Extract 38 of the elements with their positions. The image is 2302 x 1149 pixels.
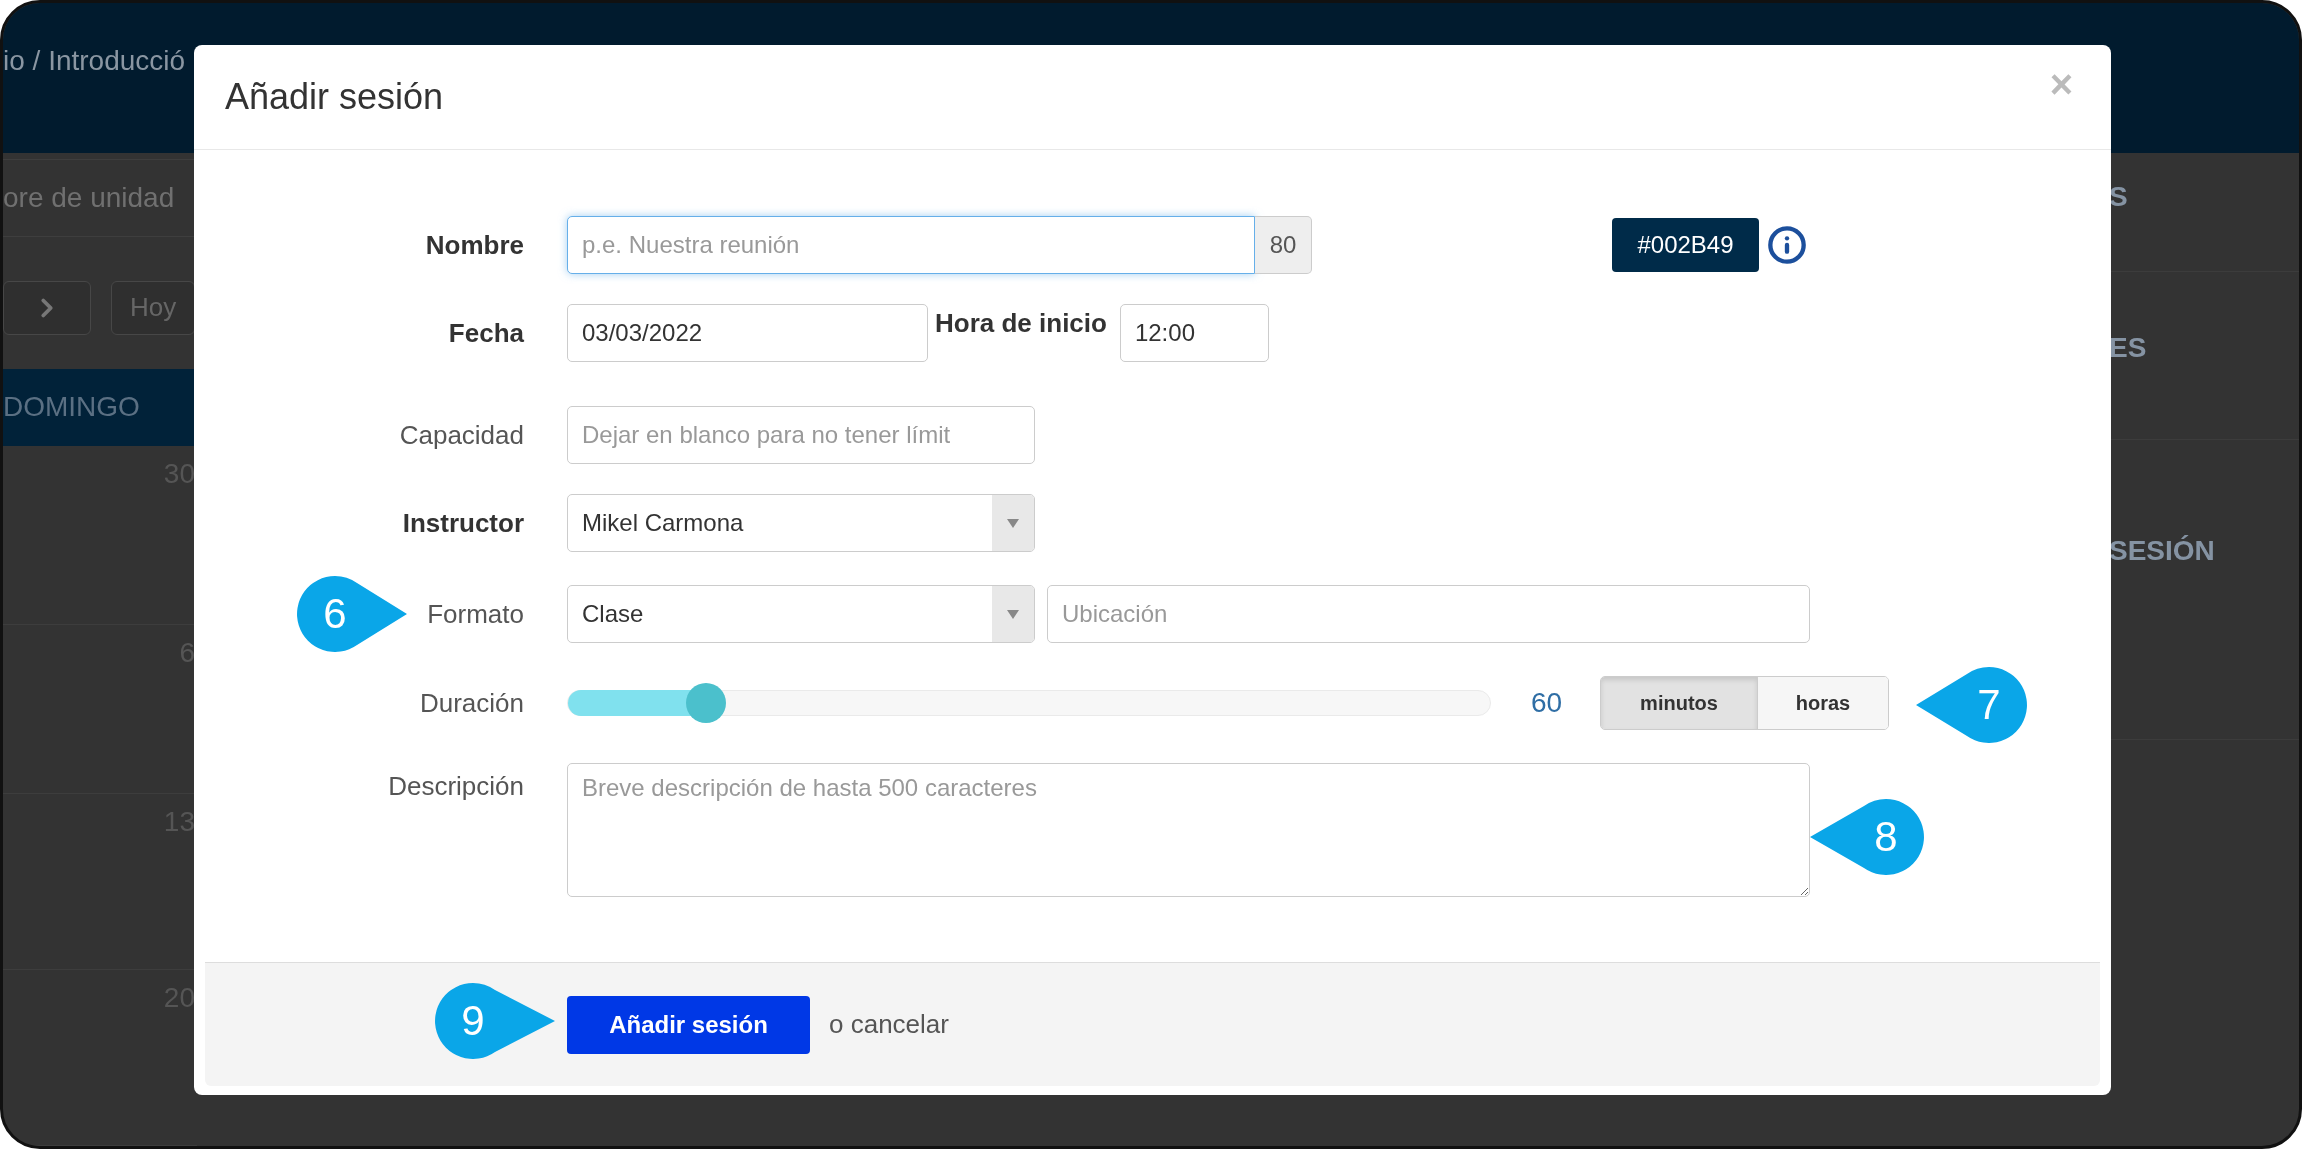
- side-menu-item[interactable]: S: [2109, 181, 2128, 212]
- character-counter: 80: [1255, 216, 1312, 274]
- callout-marker: 8: [1810, 799, 1924, 875]
- color-picker-button[interactable]: #002B49: [1612, 218, 1759, 272]
- cancel-link[interactable]: o cancelar: [829, 1009, 949, 1040]
- add-session-button[interactable]: Añadir sesión: [567, 995, 810, 1054]
- caret-icon[interactable]: [992, 495, 1034, 551]
- dialog-title: Añadir sesión: [225, 76, 444, 118]
- field-label: Instructor: [402, 507, 524, 539]
- description-field[interactable]: Breve descripción de hasta 500 caracteres: [567, 763, 1810, 897]
- time-field[interactable]: 12:00: [1119, 304, 1269, 362]
- duration-value: 60: [1531, 687, 1564, 719]
- unit-toggle-button[interactable]: minutos: [1601, 677, 1758, 729]
- duration-slider[interactable]: [567, 683, 1491, 723]
- location-field[interactable]: Ubicación: [1047, 585, 1810, 643]
- field-label: Descripción: [388, 770, 524, 802]
- caret-icon[interactable]: [992, 586, 1034, 642]
- info-icon[interactable]: [1767, 225, 1807, 265]
- field-label: Hora de inicio: [935, 307, 1107, 339]
- side-menu-item[interactable]: SESIÓN: [2109, 535, 2215, 566]
- field-label: Capacidad: [399, 419, 524, 451]
- field-label: Fecha: [448, 317, 524, 349]
- next-button[interactable]: [3, 280, 91, 335]
- date-field[interactable]: 03/03/2022: [567, 304, 928, 362]
- instructor-select[interactable]: Mikel Carmona: [567, 494, 1035, 552]
- capacity-field[interactable]: Dejar en blanco para no tener límit: [567, 406, 1035, 464]
- name-field[interactable]: p.e. Nuestra reunión: [567, 216, 1255, 274]
- callout-marker: 7: [1916, 667, 2027, 743]
- slider-handle[interactable]: [686, 683, 727, 723]
- field-label: Nombre: [425, 229, 524, 261]
- callout-marker: 6: [297, 576, 407, 652]
- callout-marker: 9: [435, 983, 555, 1059]
- field-label: Formato: [427, 598, 524, 630]
- day-header: DOMINGO: [3, 368, 197, 446]
- breadcrumb: io / Introducció: [3, 45, 186, 76]
- format-select[interactable]: Clase: [567, 585, 1035, 643]
- unit-toggle-button[interactable]: horas: [1758, 677, 1888, 729]
- field-label: Duración: [419, 687, 524, 719]
